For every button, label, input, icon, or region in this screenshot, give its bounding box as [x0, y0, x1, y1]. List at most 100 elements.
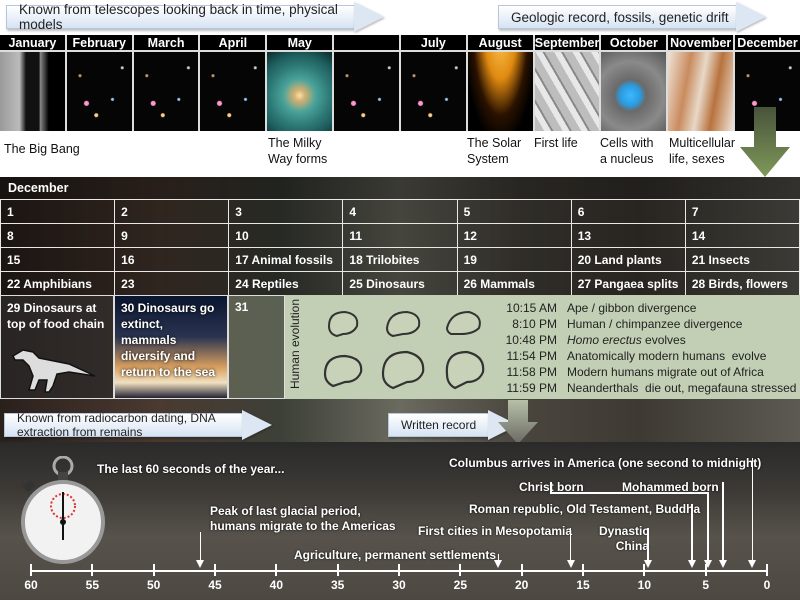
- event-pointer-line: [707, 492, 709, 562]
- month-label: May: [267, 35, 333, 52]
- calendar-day: 9: [114, 223, 230, 248]
- month-panel: [334, 35, 401, 131]
- calendar-day: 19: [456, 247, 572, 272]
- calendar-row: 1234567: [0, 199, 800, 224]
- timeline-event-china: Dynastic China: [599, 524, 649, 554]
- skull-icon: [433, 301, 493, 347]
- caption-solar-system: The Solar System: [467, 135, 521, 167]
- calendar-day: 26 Mammals: [456, 271, 572, 296]
- arrow-down-icon: [644, 560, 652, 568]
- skull-icon: [313, 301, 373, 347]
- event-label-line: Roman republic, Old Testament, Buddha: [469, 502, 701, 516]
- arrow-down-icon: [718, 560, 727, 568]
- month-label: January: [0, 35, 65, 52]
- axis-tick-label: 45: [208, 578, 222, 592]
- multicellular-organism-image: [668, 52, 734, 131]
- banner-telescopes: Known from telescopes looking back in ti…: [6, 2, 384, 32]
- arrow-down-icon: [196, 560, 205, 568]
- last-minute-timeline: The last 60 seconds of the year... 60 55 5…: [0, 442, 800, 600]
- month-panel: November: [668, 35, 736, 131]
- calendar-row: 22 Amphibians 23 24 Reptiles 25 Dinosaurs 26…: [0, 271, 800, 296]
- axis-tick: [398, 564, 400, 576]
- evolution-event: 8:10 PM Human / chimpanzee divergence: [493, 316, 796, 332]
- human-evolution-panel: Human evolution 10:15 AM Ape / gibbon div…: [285, 295, 800, 399]
- month-label: December: [735, 35, 800, 52]
- caption-multicellular: Multicellular life, sexes: [669, 135, 735, 167]
- evolution-event: 10:48 PM Homo erectus evolves: [493, 332, 796, 348]
- event-pointer-line: [722, 482, 724, 562]
- event-description: Anatomically modern humans evolve: [567, 349, 767, 363]
- axis-tick-label: 20: [514, 578, 529, 592]
- month-label: April: [200, 35, 266, 52]
- axis-tick-label: 10: [637, 578, 652, 592]
- calendar-day: 16: [114, 247, 230, 272]
- day-31-text: 31: [235, 300, 249, 314]
- caption-milky-way: The Milky Way forms: [268, 135, 327, 167]
- calendar-day: 14: [684, 223, 800, 248]
- calendar-day: 12: [456, 223, 572, 248]
- event-description: Ape / gibbon divergence: [567, 301, 697, 315]
- axis-tick: [275, 564, 278, 576]
- leader-line: [550, 482, 552, 492]
- month-panel: March: [133, 35, 201, 131]
- spiral-galaxy-image: [267, 52, 333, 131]
- axis-tick: [520, 564, 523, 576]
- axis-tick-label: 25: [453, 578, 468, 592]
- calendar-day: 22 Amphibians: [0, 271, 116, 296]
- caption-line: System: [467, 152, 509, 166]
- event-time: 10:15 AM: [506, 301, 557, 315]
- arrow-right-icon: [354, 2, 384, 32]
- calendar-day: 20 Land plants: [570, 247, 686, 272]
- calendar-day: 1: [0, 199, 116, 224]
- calendar-day: 6: [570, 199, 686, 224]
- caption-line: Cells with: [600, 136, 654, 150]
- axis-tick: [459, 564, 462, 576]
- calendar-day: 4: [342, 199, 458, 224]
- axis-tick-label: 30: [392, 578, 406, 592]
- december-calendar: December 1 2 3 4 5 6 7 8 9 10 11 12 13 14 15 16 17 Anima…: [0, 107, 800, 442]
- event-time: 11:58 PM: [506, 365, 557, 379]
- deep-field-galaxies-image: [334, 52, 399, 131]
- timeline-event-roman: Roman republic, Old Testament, Buddha: [469, 502, 700, 517]
- deep-field-galaxies-image: [133, 52, 199, 131]
- calendar-day: 23: [114, 271, 230, 296]
- day-29-text: 29 Dinosaurs at top of food chain: [7, 301, 105, 331]
- event-time: 8:10 PM: [512, 317, 557, 331]
- event-pointer-line: [569, 528, 572, 562]
- calendar-day: 17 Animal fossils: [228, 247, 344, 272]
- month-panel: October: [601, 35, 669, 131]
- banner-telescopes-label: Known from telescopes looking back in ti…: [6, 2, 354, 32]
- arrow-down-icon: [748, 560, 757, 568]
- calendar-day: 25 Dinosaurs: [342, 271, 458, 296]
- calendar-day: 10: [228, 223, 344, 248]
- calendar-day: 28 Birds, flowers: [684, 271, 800, 296]
- month-panel: September: [534, 35, 602, 131]
- day-30-text: 30 Dinosaurs go extinct, mammals diversi…: [121, 301, 216, 379]
- axis-tick: [582, 564, 584, 576]
- december-title: December: [0, 177, 800, 199]
- arrow-down-icon: [740, 107, 790, 177]
- event-pointer-line: [751, 458, 754, 562]
- event-label-line: Mohammed born: [622, 480, 719, 494]
- day-30-cell: 30 Dinosaurs go extinct, mammals diversi…: [114, 295, 228, 399]
- caption-line: The Solar: [467, 136, 522, 150]
- banner-radiocarbon-label: Known from radiocarbon dating, DNA extra…: [4, 411, 242, 439]
- month-captions: The Big Bang The Milky Way forms The Sol…: [0, 131, 800, 177]
- event-species: Homo erectus: [567, 333, 642, 347]
- calendar-day: 7: [684, 199, 800, 224]
- event-label-line: China: [615, 539, 650, 553]
- timeline-event-agriculture: Agriculture, permanent settlements: [294, 548, 496, 563]
- month-panel: January: [0, 35, 67, 131]
- day-31-cell: 31: [228, 295, 285, 399]
- timeline-event-columbus: Columbus arrives in America (one second …: [449, 456, 761, 471]
- evolution-event: 11:59 PM Neanderthals die out, megafauna …: [493, 380, 797, 396]
- month-label: September: [534, 35, 600, 52]
- caption-line: The Milky: [268, 136, 322, 150]
- skull-icon: [373, 347, 433, 393]
- deep-field-galaxies-image: [66, 52, 132, 131]
- event-time: 10:48 PM: [505, 333, 557, 347]
- event-label-line: First cities in Mesopotamia: [418, 524, 573, 538]
- caption-line: a nucleus: [600, 152, 654, 166]
- axis-tick-label: 50: [146, 578, 161, 592]
- arrow-down-icon: [494, 560, 503, 568]
